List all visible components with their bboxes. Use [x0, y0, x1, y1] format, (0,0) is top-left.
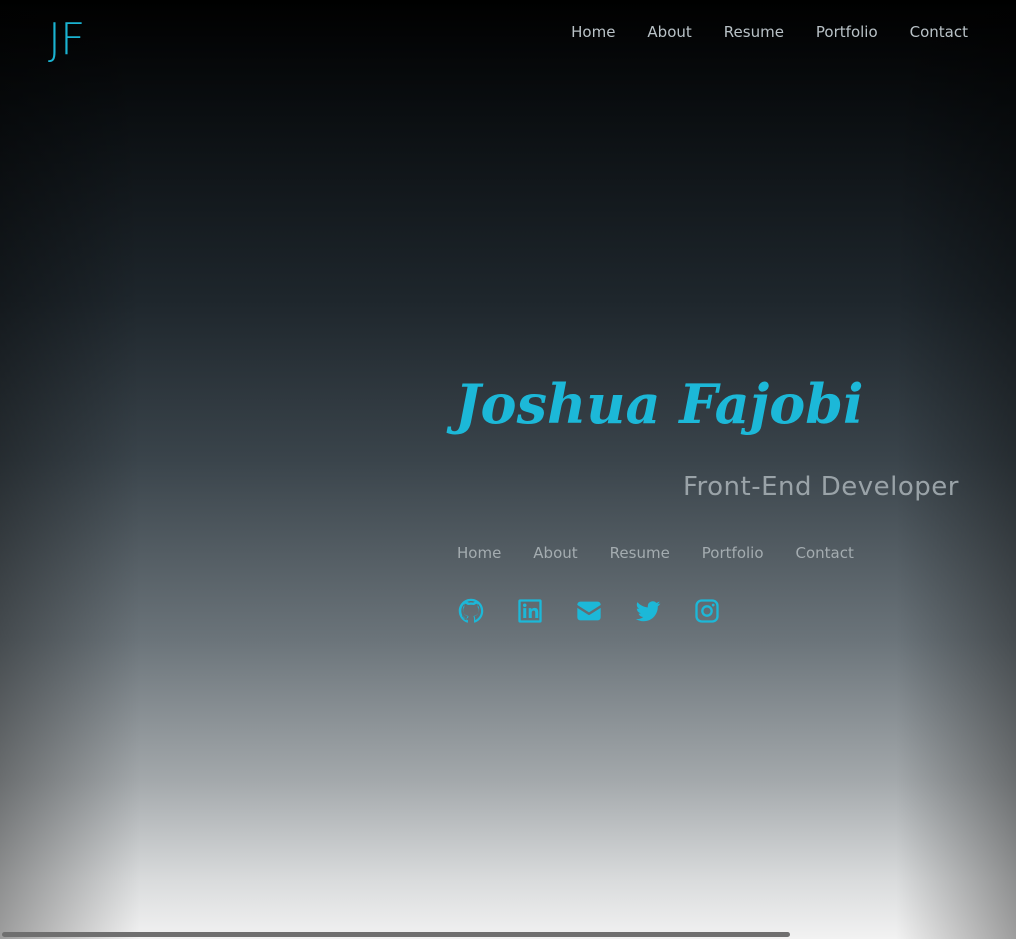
- hero-nav-contact-link[interactable]: Contact: [796, 543, 854, 563]
- top-navbar: JF Home About Resume Portfolio Contact: [0, 0, 1016, 80]
- envelope-icon[interactable]: [574, 596, 604, 626]
- top-nav-portfolio-link[interactable]: Portfolio: [816, 22, 878, 42]
- horizontal-scrollbar[interactable]: [0, 931, 1016, 939]
- hero-role: Front-End Developer: [682, 472, 959, 502]
- scrollbar-thumb[interactable]: [2, 932, 790, 937]
- social-links: [456, 596, 722, 626]
- linkedin-icon[interactable]: [515, 596, 545, 626]
- top-nav: Home About Resume Portfolio Contact: [571, 22, 968, 42]
- hero-nav: Home About Resume Portfolio Contact: [457, 543, 854, 563]
- top-nav-home-link[interactable]: Home: [571, 22, 615, 42]
- site-logo[interactable]: JF: [48, 14, 85, 66]
- github-icon[interactable]: [456, 596, 486, 626]
- hero-name: Joshua Fajobi: [455, 372, 864, 436]
- hero-nav-about-link[interactable]: About: [533, 543, 577, 563]
- top-nav-about-link[interactable]: About: [647, 22, 691, 42]
- top-nav-contact-link[interactable]: Contact: [910, 22, 968, 42]
- top-nav-resume-link[interactable]: Resume: [724, 22, 784, 42]
- hero-nav-resume-link[interactable]: Resume: [610, 543, 670, 563]
- instagram-icon[interactable]: [692, 596, 722, 626]
- hero-nav-home-link[interactable]: Home: [457, 543, 501, 563]
- hero-nav-portfolio-link[interactable]: Portfolio: [702, 543, 764, 563]
- twitter-icon[interactable]: [633, 596, 663, 626]
